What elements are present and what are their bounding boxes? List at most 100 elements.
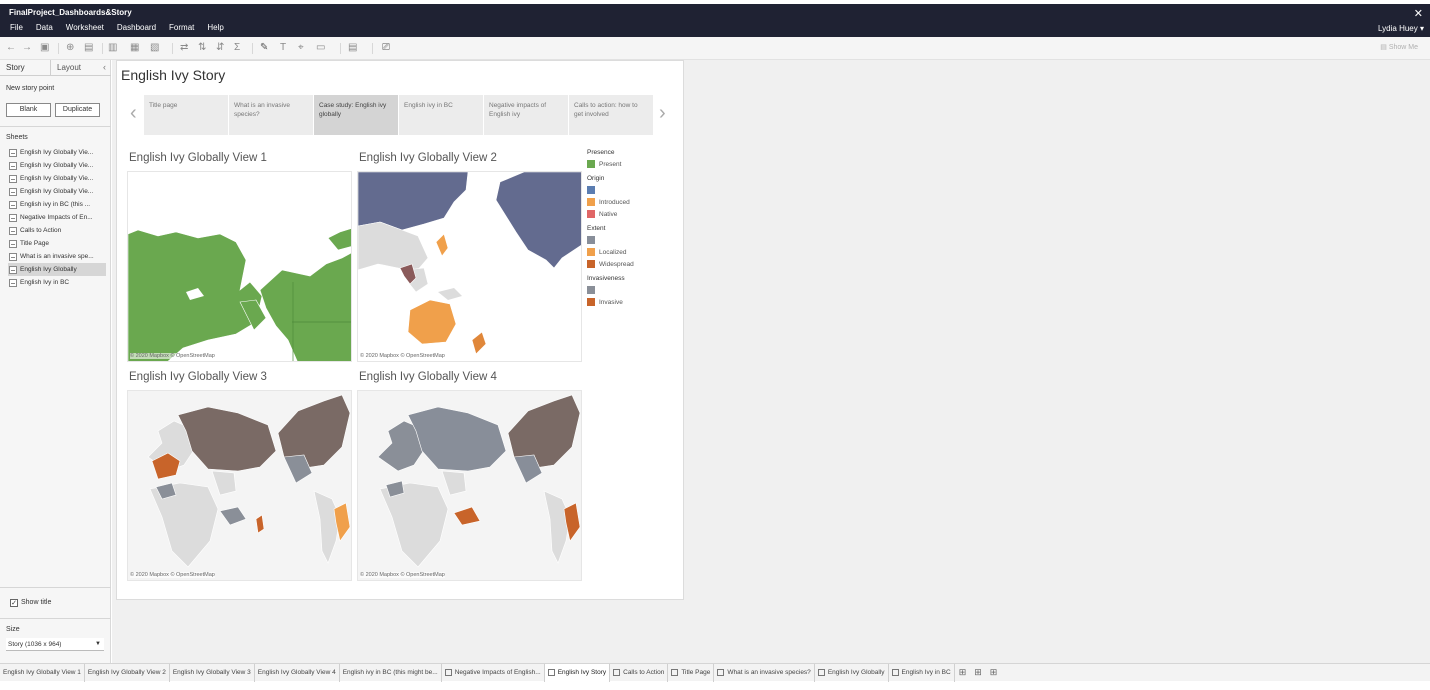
sheet-tab[interactable]: English Ivy in BC [889,663,955,682]
sheet-item[interactable]: English Ivy in BC [8,276,106,289]
close-icon[interactable]: ✕ [1414,7,1423,20]
menu-bar: File Data Worksheet Dashboard Format Hel… [10,23,237,32]
legend-item[interactable] [587,234,682,246]
new-dashboard-icon[interactable]: ⊞ [970,667,986,678]
story-icon [547,669,555,676]
worksheet-icon [9,174,17,183]
size-dropdown[interactable]: Story (1036 x 964) ▼ [6,638,104,651]
prev-point-icon[interactable]: ‹ [130,103,137,123]
map-view-3[interactable]: © 2020 Mapbox © OpenStreetMap [127,390,352,581]
legend-item[interactable]: Present [587,158,682,170]
story-pane: Story Layout ‹ New story point Blank Dup… [0,60,111,663]
sheet-item[interactable]: English ivy in BC (this ... [8,198,106,211]
map-credit: © 2020 Mapbox © OpenStreetMap [130,353,215,359]
new-datasource-icon[interactable]: ⊕ [66,42,74,54]
legend-item[interactable] [587,184,682,196]
highlight-icon[interactable]: ✎ [260,42,268,54]
sheet-tab[interactable]: Negative Impacts of English... [442,663,545,682]
legend-item[interactable]: Invasive [587,296,682,308]
sort-asc-icon[interactable]: ⇅ [198,42,206,54]
user-menu[interactable]: Lydia Huey ▾ [1378,24,1424,33]
story-point[interactable]: Title page [144,95,229,135]
forward-icon[interactable]: → [22,42,32,54]
swap-icon[interactable]: ⇄ [180,42,188,54]
sheet-tab[interactable]: Calls to Action [610,663,669,682]
sheet-tab[interactable]: English Ivy Globally View 3 [170,663,255,682]
duplicate-button[interactable]: Duplicate [55,103,100,117]
pause-icon[interactable]: ▤ [84,42,93,54]
sheet-tab[interactable]: English Ivy Globally View 2 [85,663,170,682]
tab-story[interactable]: Story [6,63,25,72]
sheet-tab[interactable]: English Ivy Globally View 4 [255,663,340,682]
sheet-tab[interactable]: English Ivy Globally [815,663,889,682]
menu-format[interactable]: Format [169,23,194,32]
sheet-item[interactable]: English Ivy Globally Vie... [8,185,106,198]
legend-item[interactable]: Widespread [587,258,682,270]
legend-item[interactable]: Introduced [587,196,682,208]
pin-icon[interactable]: ⌖ [298,42,304,54]
new-worksheet-icon[interactable]: ▥ [108,42,117,54]
totals-icon[interactable]: Σ [234,42,240,54]
story-navigator: Title page What is an invasive species? … [144,95,656,135]
blank-button[interactable]: Blank [6,103,51,117]
story-point[interactable]: English ivy in BC [399,95,484,135]
dashboard-icon [613,669,621,676]
show-title-label: Show title [21,599,52,606]
show-title-checkbox[interactable]: ✓ [10,599,18,607]
save-icon[interactable]: ▣ [40,42,49,54]
sheet-tab[interactable]: English ivy in BC (this might be... [340,663,442,682]
worksheet-icon [9,200,17,209]
legend-item[interactable]: Native [587,208,682,220]
map-view-2[interactable]: © 2020 Mapbox © OpenStreetMap [357,171,582,362]
sheet-item[interactable]: English Ivy Globally Vie... [8,172,106,185]
sheet-item[interactable]: English Ivy Globally Vie... [8,146,106,159]
sheet-tab[interactable]: Title Page [668,663,715,682]
sheet-tab[interactable]: English Ivy Globally View 1 [0,663,85,682]
new-worksheet-icon[interactable]: ⊞ [955,667,971,678]
sheet-item[interactable]: Negative Impacts of En... [8,211,106,224]
legend-item[interactable]: Localized [587,246,682,258]
sheet-tab-active[interactable]: English Ivy Story [544,663,611,682]
back-icon[interactable]: ← [6,42,16,54]
dashboard-icon [9,226,17,235]
menu-dashboard[interactable]: Dashboard [117,23,156,32]
sheet-item-selected[interactable]: English Ivy Globally [8,263,106,276]
view-title: English Ivy Globally View 2 [359,152,497,164]
chevron-down-icon: ▼ [95,641,101,647]
map-view-4[interactable]: © 2020 Mapbox © OpenStreetMap [357,390,582,581]
story-point[interactable]: Calls to action: how to get involved [569,95,654,135]
show-me-button[interactable]: ▤ Show Me [1380,43,1418,51]
next-point-icon[interactable]: › [659,103,666,123]
new-story-icon[interactable]: ⊞ [986,667,1002,678]
window-title: FinalProject_Dashboards&Story [9,8,132,17]
sheet-tab[interactable]: What is an invasive species? [714,663,815,682]
sort-desc-icon[interactable]: ⇵ [216,42,224,54]
map-credit: © 2020 Mapbox © OpenStreetMap [360,353,445,359]
story-point[interactable]: What is an invasive species? [229,95,314,135]
menu-worksheet[interactable]: Worksheet [66,23,104,32]
fit-icon[interactable]: ▭ [316,42,325,54]
label-icon[interactable]: T [280,42,286,54]
clear-icon[interactable]: ▧ [150,42,159,54]
story-point-current[interactable]: Case study: English ivy globally [314,95,399,135]
title-bar: FinalProject_Dashboards&Story ✕ File Dat… [0,4,1430,37]
menu-file[interactable]: File [10,23,23,32]
sheet-item[interactable]: Calls to Action [8,224,106,237]
sheet-item[interactable]: Title Page [8,237,106,250]
duplicate-icon[interactable]: ▦ [130,42,139,54]
collapse-icon[interactable]: ‹ [103,62,106,72]
story-point[interactable]: Negative impacts of English ivy [484,95,569,135]
legend-item[interactable] [587,284,682,296]
dashboard-icon [9,213,17,222]
dashboard-icon [817,669,825,676]
menu-help[interactable]: Help [207,23,223,32]
presentation-icon[interactable]: ⎚ [382,42,390,54]
tab-layout[interactable]: Layout [57,63,81,72]
map-credit: © 2020 Mapbox © OpenStreetMap [130,572,215,578]
sheet-item[interactable]: What is an invasive spe... [8,250,106,263]
menu-data[interactable]: Data [36,23,53,32]
sheet-item[interactable]: English Ivy Globally Vie... [8,159,106,172]
worksheet-icon [9,161,17,170]
map-view-1[interactable]: © 2020 Mapbox © OpenStreetMap [127,171,352,362]
show-cards-icon[interactable]: ▤ [348,42,357,54]
